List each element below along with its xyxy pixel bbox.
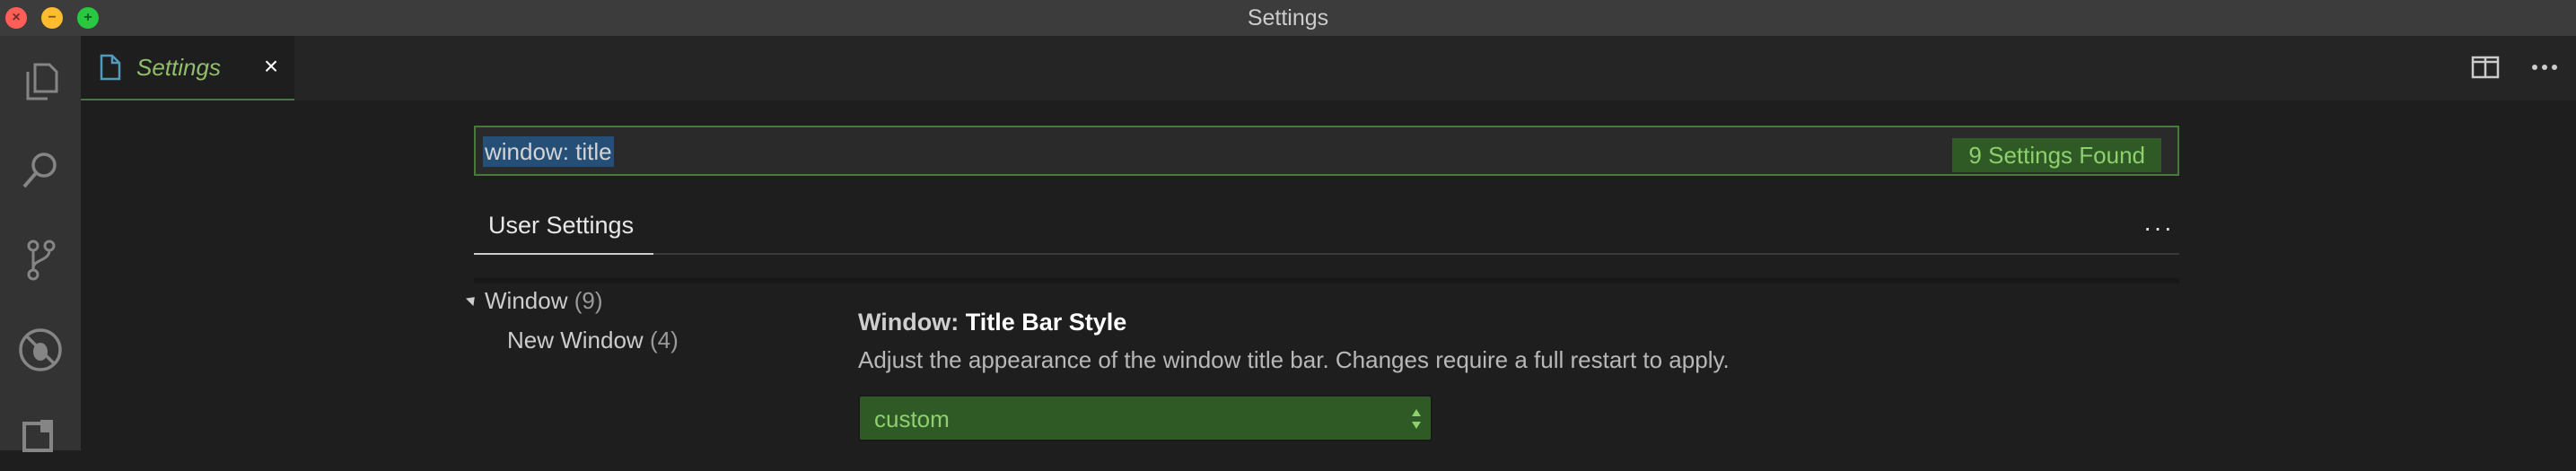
close-tab-button[interactable]: × <box>258 54 284 79</box>
setting-category: Window: <box>858 309 966 336</box>
explorer-icon[interactable] <box>13 54 67 108</box>
toc-item-count: (9) <box>574 287 603 314</box>
tab-user-settings-label: User Settings <box>488 212 635 239</box>
toc-item-window[interactable]: Window (9) <box>465 287 603 315</box>
tab-label: Settings <box>136 54 221 81</box>
tab-user-settings[interactable]: User Settings <box>474 197 653 255</box>
search-query: window: title <box>483 136 614 167</box>
settings-search-input[interactable]: window: title 9 Settings Found <box>474 126 2179 176</box>
editor-tab-bar: Settings × <box>81 36 2576 100</box>
file-icon <box>100 54 121 81</box>
select-arrows-icon <box>1412 409 1421 429</box>
debug-icon[interactable] <box>13 323 67 377</box>
source-control-icon[interactable] <box>13 233 67 287</box>
settings-more-icon[interactable]: ··· <box>2138 214 2179 241</box>
title-bar-style-select[interactable]: custom <box>858 395 1433 441</box>
activity-bar <box>0 36 81 452</box>
results-count-badge: 9 Settings Found <box>1952 138 2161 172</box>
toc-item-label: Window <box>485 287 568 314</box>
toc-item-new-window[interactable]: New Window (4) <box>507 327 679 354</box>
tab-settings[interactable]: Settings × <box>81 36 294 100</box>
split-editor-icon[interactable] <box>2470 52 2501 87</box>
select-value: custom <box>874 406 950 432</box>
settings-target-tabs: User Settings ··· <box>474 197 2179 255</box>
search-icon[interactable] <box>13 144 67 197</box>
setting-key: Title Bar Style <box>965 309 1127 336</box>
title-bar: × − + Settings <box>0 0 2576 36</box>
toc-item-count: (4) <box>649 327 679 353</box>
divider <box>474 278 2179 283</box>
setting-description: Adjust the appearance of the window titl… <box>858 346 1730 373</box>
more-actions-icon[interactable] <box>2529 52 2560 87</box>
extensions-icon[interactable] <box>13 413 67 467</box>
setting-title: Window: Title Bar Style <box>858 309 1126 336</box>
expanded-twisty-icon <box>465 292 479 307</box>
toc-item-label: New Window <box>507 327 644 353</box>
window-title: Settings <box>1247 5 1329 31</box>
